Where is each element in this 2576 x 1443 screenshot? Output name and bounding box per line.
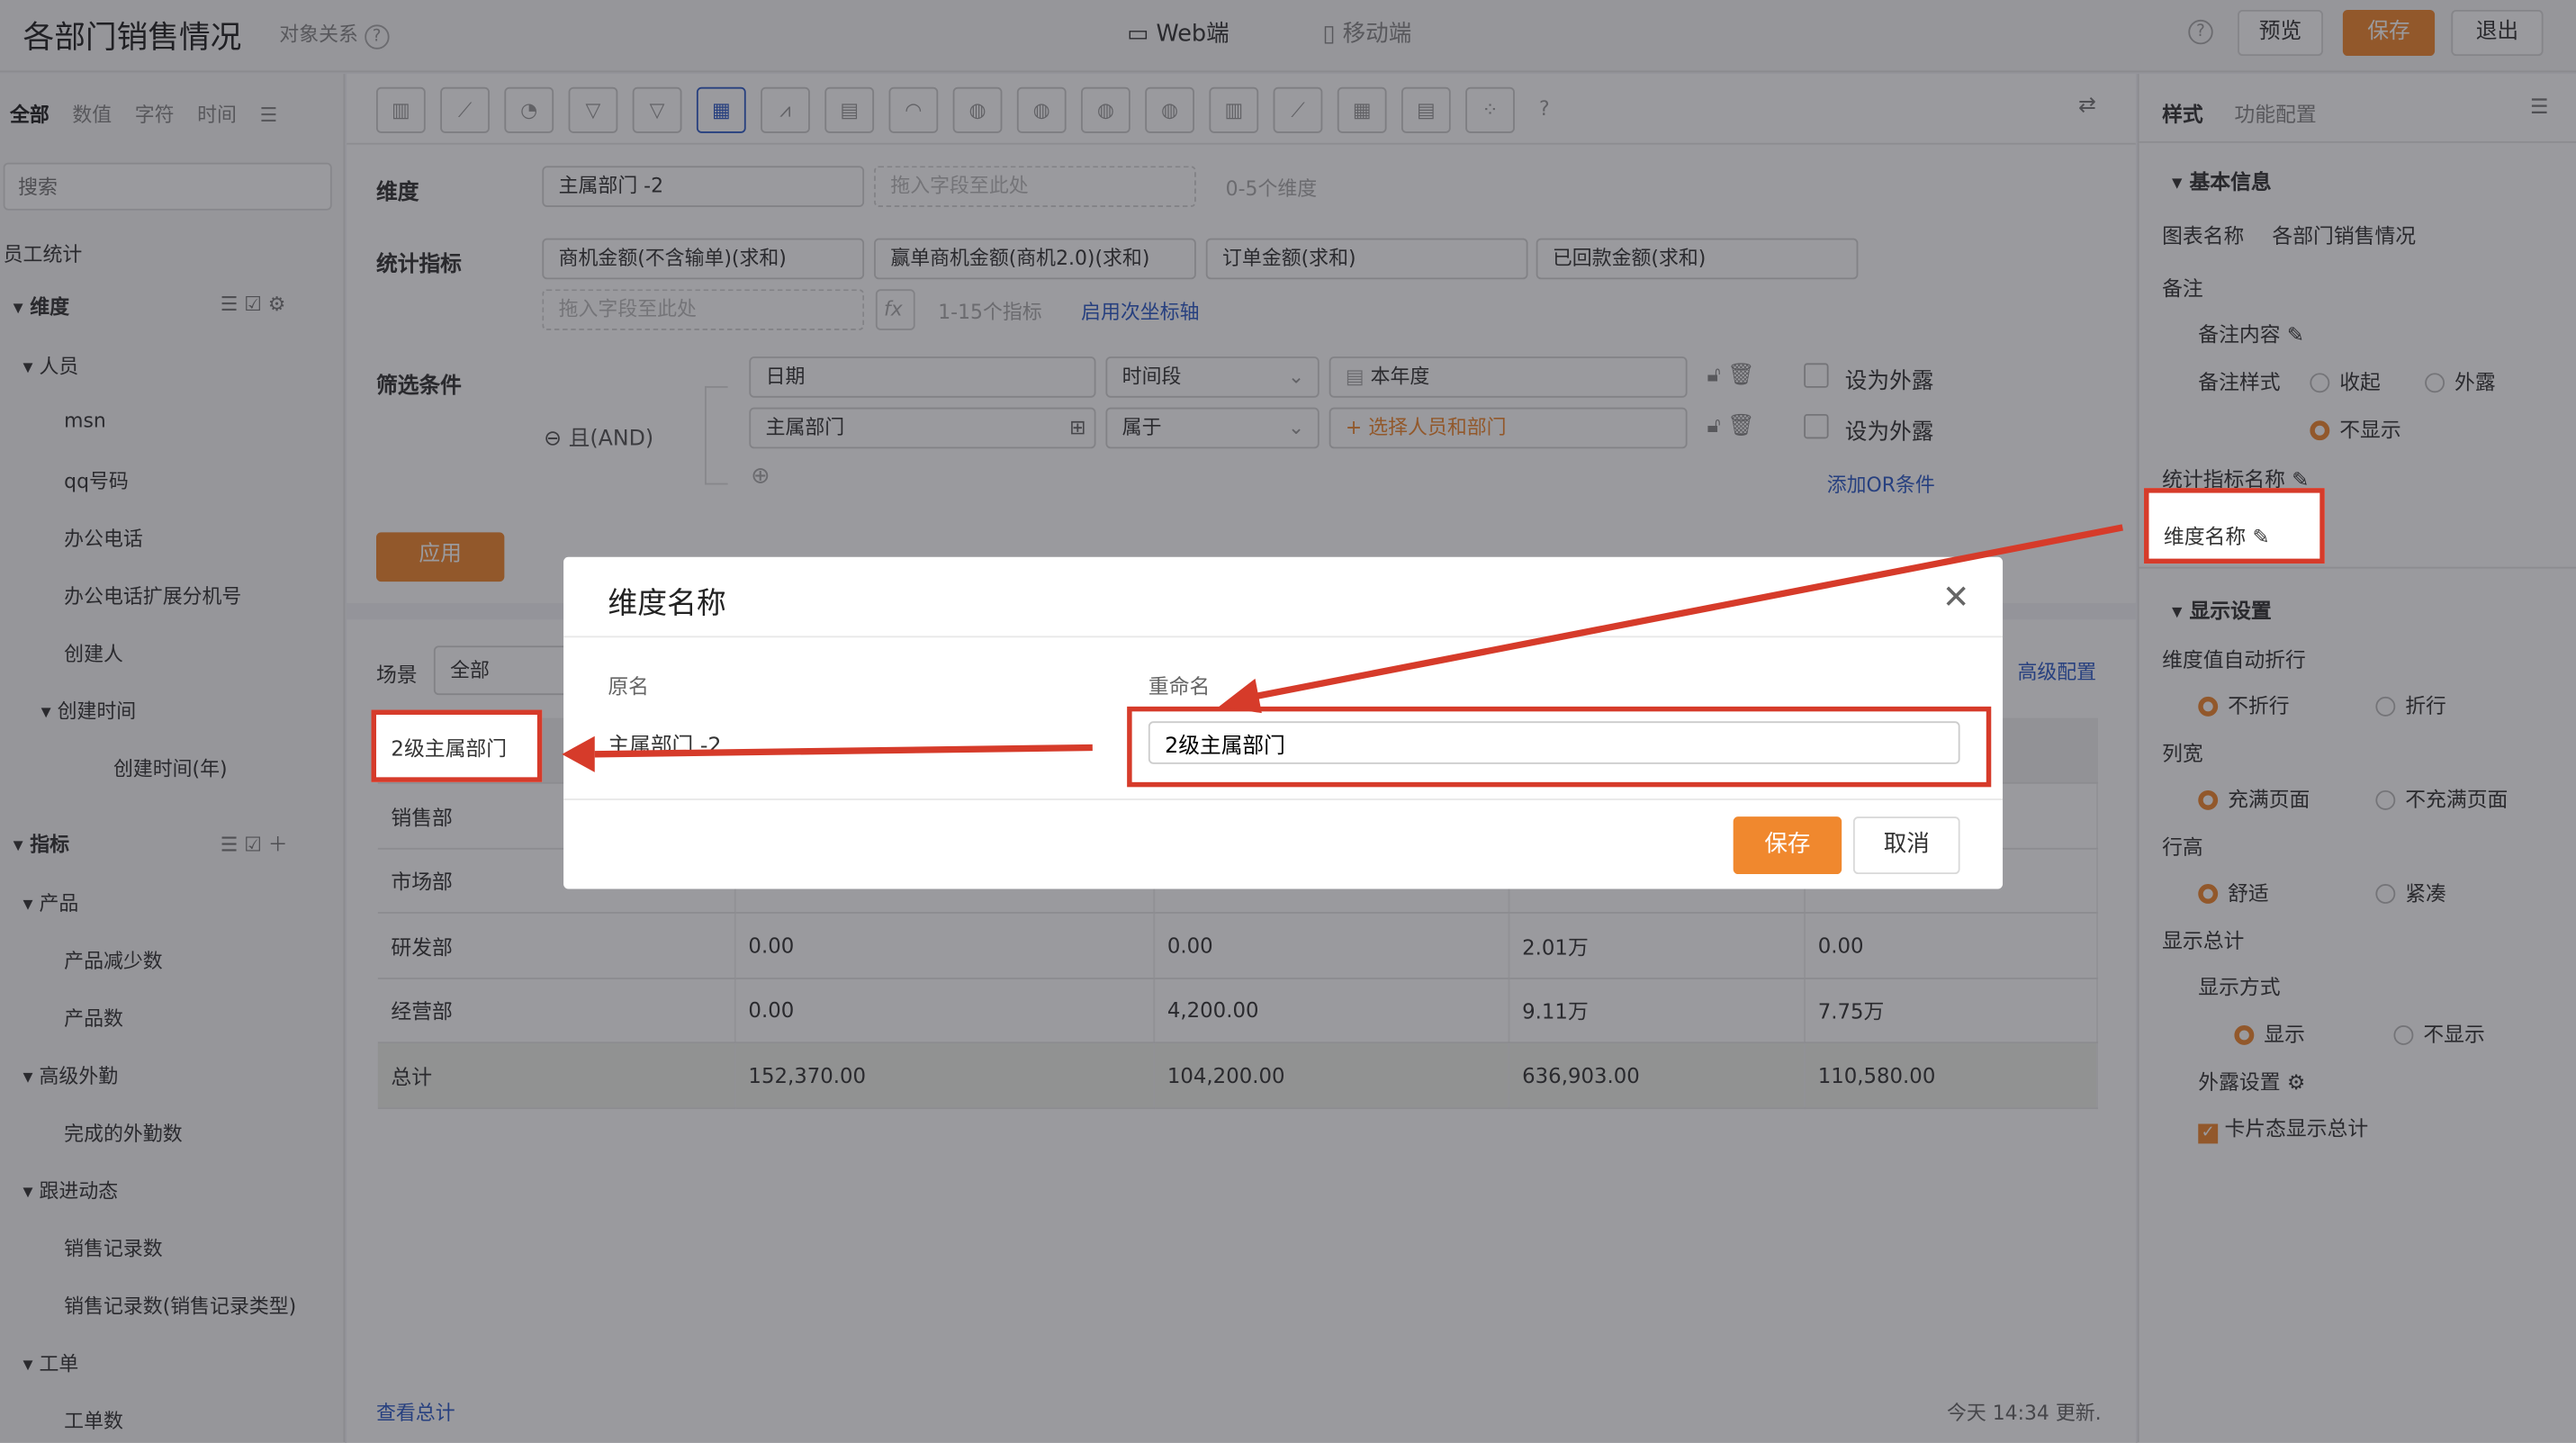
arrow-head <box>562 735 595 772</box>
arrow-head <box>1219 678 1262 714</box>
arrow-line <box>594 744 1093 758</box>
annotation-arrows <box>562 524 2123 772</box>
arrow-line <box>1244 524 2123 702</box>
